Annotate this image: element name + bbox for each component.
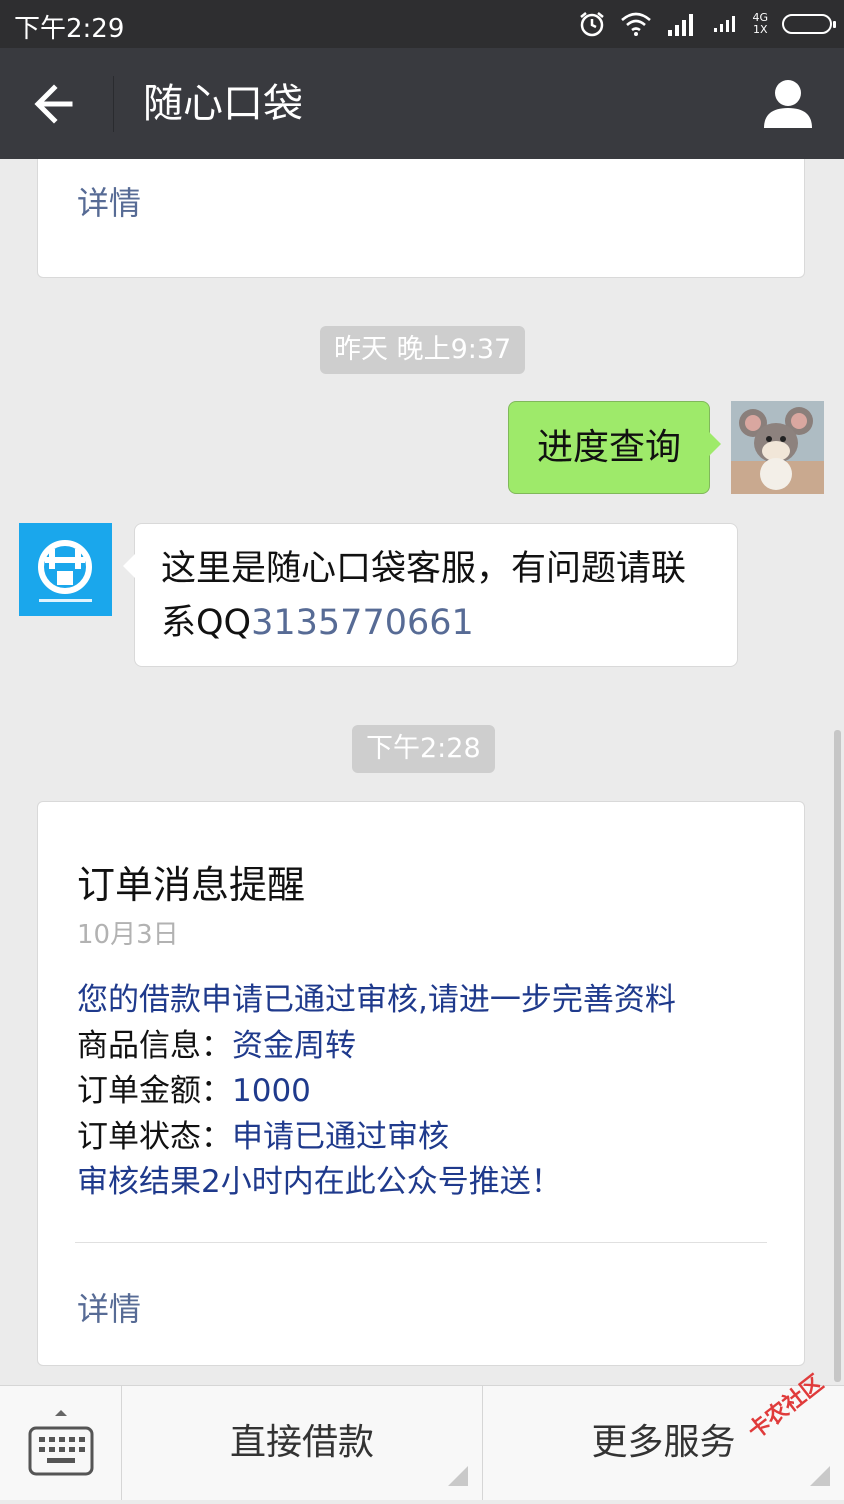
card-notice: 审核结果2小时内在此公众号推送！ xyxy=(77,1164,562,1200)
previous-message-card[interactable]: 详情 xyxy=(37,159,805,278)
sim-label: 1X xyxy=(752,23,768,36)
amount-row: 订单金额：1000 xyxy=(77,1069,676,1115)
details-link[interactable]: 详情 xyxy=(77,178,141,224)
order-notification-card[interactable]: 订单消息提醒 10月3日 您的借款申请已通过审核,请进一步完善资料 商品信息：资… xyxy=(37,801,805,1366)
page-title: 随心口袋 xyxy=(143,81,303,127)
chat-header: 随心口袋 xyxy=(0,48,844,159)
battery-icon xyxy=(782,14,836,34)
timestamp: 下午2:28 xyxy=(352,725,495,773)
card-body: 您的借款申请已通过审核,请进一步完善资料 商品信息：资金周转 订单金额：1000… xyxy=(77,978,676,1206)
menu-direct-loan-label: 直接借款 xyxy=(229,1422,374,1463)
details-link[interactable]: 详情 xyxy=(77,1284,141,1330)
header-divider xyxy=(113,76,114,132)
card-intro: 您的借款申请已通过审核,请进一步完善资料 xyxy=(77,982,676,1018)
card-title: 订单消息提醒 xyxy=(77,863,306,907)
product-label: 商品信息： xyxy=(77,1027,232,1064)
signal-icon-secondary xyxy=(714,16,736,32)
outgoing-message-bubble[interactable]: 进度查询 xyxy=(508,401,721,494)
status-icons: 4G 1X xyxy=(578,8,836,40)
menu-more-services-label: 更多服务 xyxy=(591,1422,736,1463)
amount-label: 订单金额： xyxy=(77,1073,232,1109)
cartoon-mouse-avatar-icon xyxy=(731,401,824,494)
status-row: 订单状态：申请已通过审核 xyxy=(77,1115,676,1161)
status-value: 申请已通过审核 xyxy=(232,1118,449,1155)
keyboard-toggle-button[interactable] xyxy=(0,1386,121,1500)
alarm-icon xyxy=(580,12,605,37)
profile-button[interactable] xyxy=(762,76,814,132)
user-avatar[interactable] xyxy=(731,401,824,494)
product-row: 商品信息：资金周转 xyxy=(77,1024,676,1070)
person-icon xyxy=(764,80,812,128)
menu-direct-loan[interactable]: 直接借款 xyxy=(122,1386,482,1500)
timestamp: 昨天 晚上9:37 xyxy=(320,326,526,374)
logo-icon xyxy=(19,523,112,616)
signal-icon xyxy=(668,14,694,36)
card-divider xyxy=(75,1242,767,1243)
qq-number-link[interactable]: 3135770661 xyxy=(251,603,474,643)
incoming-message-bubble[interactable]: 这里是随心口袋客服，有问题请联系QQ3135770661 xyxy=(123,523,738,667)
keyboard-icon xyxy=(28,1410,94,1476)
scrollbar[interactable] xyxy=(834,730,841,1382)
chat-area[interactable]: 详情 昨天 晚上9:37 进度查询 这里是随心口袋客服，有问题请联系QQ3135… xyxy=(0,159,844,1385)
network-indicator: 4G 1X xyxy=(752,12,768,36)
service-account-avatar[interactable] xyxy=(19,523,112,616)
wifi-icon xyxy=(621,12,652,36)
card-date: 10月3日 xyxy=(77,920,179,950)
bottom-menu: 直接借款 更多服务 xyxy=(0,1385,844,1500)
status-time: 下午2:29 xyxy=(14,14,125,44)
submenu-indicator-icon xyxy=(448,1466,468,1486)
submenu-indicator-icon xyxy=(810,1466,830,1486)
back-arrow-icon xyxy=(34,84,73,124)
amount-value: 1000 xyxy=(232,1073,311,1109)
product-value: 资金周转 xyxy=(232,1027,356,1064)
status-bar: 下午2:29 4G 1X xyxy=(0,0,844,48)
back-button[interactable] xyxy=(30,78,86,130)
status-label: 订单状态： xyxy=(77,1118,232,1155)
